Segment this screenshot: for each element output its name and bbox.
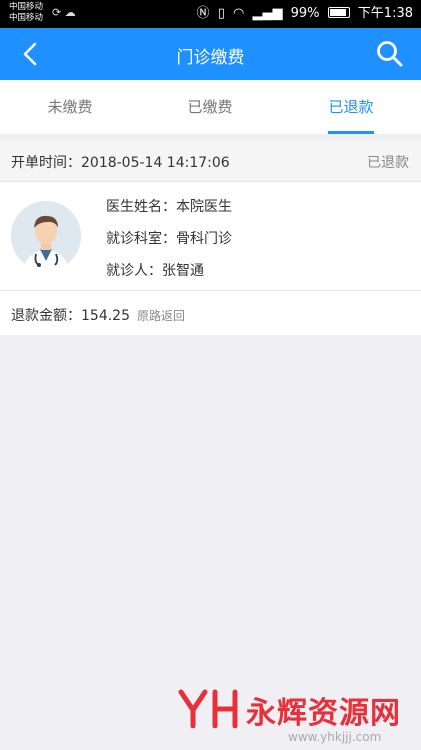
search-button[interactable] <box>375 39 405 69</box>
tab-paid[interactable]: 已缴费 <box>140 80 280 134</box>
refund-label: 退款金额： <box>11 308 81 324</box>
status-bar: 中国移动 中国移动 ⟳ ☁ Ⓝ ▯ ◠ ▂▄▆ 99% 下午1:38 <box>0 0 421 28</box>
battery-text: 99% <box>290 6 320 21</box>
watermark-text: 永辉资源网 <box>246 696 401 731</box>
department: 就诊科室：骨科门诊 <box>106 231 232 247</box>
vibrate-icon: ▯ <box>217 6 225 21</box>
doctor-name: 医生姓名：本院医生 <box>106 199 232 215</box>
refund-amount-row: 退款金额：154.25 <box>11 305 130 325</box>
page-title: 门诊缴费 <box>176 48 245 68</box>
refund-note: 原路返回 <box>137 309 186 323</box>
signal-icon: ▂▄▆ <box>252 6 283 21</box>
tab-unpaid[interactable]: 未缴费 <box>0 80 140 134</box>
tab-bar: 未缴费 已缴费 已退款 <box>0 80 421 134</box>
doctor-icon <box>11 201 81 271</box>
refund-amount: 154.25 <box>81 308 130 324</box>
doctor-avatar <box>11 201 81 271</box>
carrier-info: 中国移动 中国移动 <box>9 2 43 24</box>
search-icon <box>377 41 403 67</box>
order-time: 开单时间：2018-05-14 14:17:06 <box>11 155 230 171</box>
carrier-2: 中国移动 <box>9 13 44 23</box>
patient-name: 就诊人：张智通 <box>106 263 204 279</box>
nav-bar: 门诊缴费 <box>0 28 421 80</box>
watermark-url: www.yhkjjj.com <box>288 730 382 744</box>
sync-icon: ⟳ ☁ <box>52 6 76 19</box>
status-badge: 已退款 <box>367 155 409 171</box>
nfc-icon: Ⓝ <box>196 6 210 21</box>
clock: 下午1:38 <box>357 6 413 21</box>
record-card[interactable]: 医生姓名：本院医生 就诊科室：骨科门诊 就诊人：张智通 <box>0 182 421 291</box>
refund-row: 退款金额：154.25 原路返回 <box>0 291 421 335</box>
status-right: Ⓝ ▯ ◠ ▂▄▆ 99% 下午1:38 <box>193 5 413 23</box>
tab-refunded[interactable]: 已退款 <box>281 80 421 134</box>
record-header: 开单时间：2018-05-14 14:17:06 已退款 <box>0 141 421 182</box>
watermark-logo-icon <box>178 689 238 728</box>
battery-icon <box>327 7 350 18</box>
wifi-icon: ◠ <box>232 6 245 21</box>
watermark: 永辉资源网 www.yhkjjj.com <box>170 680 420 748</box>
carrier-1: 中国移动 <box>9 2 44 12</box>
